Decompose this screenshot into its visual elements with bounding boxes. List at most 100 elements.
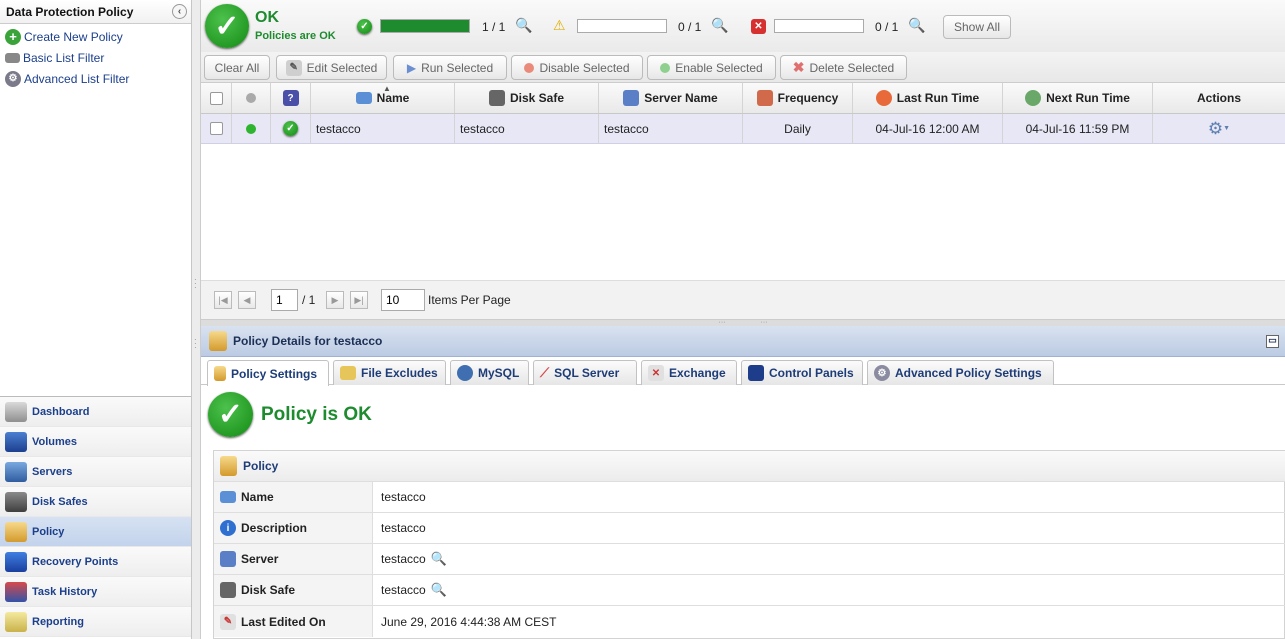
property-value: testacco 🔍	[373, 582, 447, 598]
row-select-cell[interactable]	[201, 114, 232, 143]
nav-volumes[interactable]: Volumes	[0, 427, 191, 457]
clear-all-button[interactable]: Clear All	[204, 55, 270, 80]
collapse-left-panel-button[interactable]: ‹	[172, 4, 187, 19]
nav-task-history[interactable]: Task History	[0, 577, 191, 607]
previous-page-button[interactable]: ◀	[238, 291, 256, 309]
maximize-icon[interactable]: ▭	[1266, 335, 1279, 348]
nav-servers[interactable]: Servers	[0, 457, 191, 487]
nav-reporting[interactable]: Reporting	[0, 607, 191, 637]
row-actions-cell[interactable]: ⚙ ▼	[1153, 114, 1285, 143]
create-new-policy-link[interactable]: + Create New Policy	[0, 26, 191, 47]
frequency-column-header[interactable]: Frequency	[743, 83, 853, 113]
tab-sql-server[interactable]: ⟋ SQL Server	[533, 360, 637, 385]
property-row-server: Server testacco 🔍	[214, 544, 1285, 575]
disk-safe-header-icon	[488, 90, 505, 106]
edit-icon: ✎	[285, 59, 302, 76]
run-selected-button[interactable]: ▶ Run Selected	[393, 55, 507, 80]
nav-policy-label: Policy	[32, 525, 65, 538]
status-title: OK	[255, 9, 279, 26]
tab-file-excludes[interactable]: File Excludes	[333, 360, 446, 385]
nav-recovery-points[interactable]: Recovery Points	[0, 547, 191, 577]
tab-exchange[interactable]: ✕ Exchange	[641, 360, 737, 385]
disable-selected-button[interactable]: Disable Selected	[511, 55, 643, 80]
nav-disk-safes[interactable]: Disk Safes	[0, 487, 191, 517]
reporting-icon	[5, 611, 27, 632]
edit-selected-button[interactable]: ✎ Edit Selected	[276, 55, 387, 80]
policy-details-title: Policy Details for testacco	[233, 334, 383, 348]
page-number-input[interactable]	[271, 289, 298, 311]
first-page-button[interactable]: |◀	[214, 291, 232, 309]
nav-policy[interactable]: Policy	[0, 517, 191, 547]
server-header-icon	[623, 90, 640, 106]
tab-advanced-policy-settings[interactable]: ⚙ Advanced Policy Settings	[867, 360, 1054, 385]
name-header-label: Name	[376, 91, 410, 105]
policy-section-icon	[220, 456, 237, 476]
control-panel-icon	[748, 365, 764, 381]
main-navigation: Dashboard Volumes Servers Disk Safes Pol…	[0, 396, 191, 637]
show-all-button[interactable]: Show All	[943, 15, 1011, 39]
nav-recovery-points-label: Recovery Points	[32, 555, 119, 568]
left-panel: Data Protection Policy ‹ + Create New Po…	[0, 0, 192, 639]
tab-control-panels[interactable]: Control Panels	[741, 360, 863, 385]
gear-icon[interactable]: ⚙	[1208, 119, 1223, 139]
vertical-splitter[interactable]: · · · · · ·	[192, 0, 201, 639]
nav-dashboard[interactable]: Dashboard	[0, 397, 191, 427]
policy-grid: ? Name ▲ Disk Safe Server Name Frequency …	[201, 82, 1285, 280]
row-server-name: testacco	[599, 114, 743, 143]
last-run-column-header[interactable]: Last Run Time	[853, 83, 1003, 113]
status-column-header[interactable]: ?	[271, 83, 311, 113]
next-run-column-header[interactable]: Next Run Time	[1003, 83, 1153, 113]
delete-selected-button[interactable]: ✖ Delete Selected	[780, 55, 907, 80]
disk-safe-column-header[interactable]: Disk Safe	[455, 83, 599, 113]
actions-header-label: Actions	[1196, 91, 1241, 105]
nav-disk-safes-label: Disk Safes	[32, 495, 88, 508]
row-ok-icon: ✓	[283, 121, 298, 136]
warning-search-icon[interactable]: 🔍	[711, 17, 728, 34]
disable-icon	[524, 62, 535, 73]
name-column-header[interactable]: Name ▲	[311, 83, 455, 113]
exchange-icon: ✕	[648, 365, 664, 381]
server-name-header-label: Server Name	[644, 91, 718, 105]
disk-safe-icon	[5, 491, 27, 512]
tab-mysql[interactable]: MySQL	[450, 360, 529, 385]
table-row[interactable]: ✓ testacco testacco testacco Daily 04-Ju…	[201, 114, 1285, 144]
ok-count: 1 / 1	[482, 20, 506, 34]
items-per-page-input[interactable]	[381, 289, 425, 311]
policy-ok-icon: ✓	[208, 392, 253, 437]
ok-search-icon[interactable]: 🔍	[515, 17, 532, 34]
mysql-icon	[457, 365, 473, 381]
enable-icon	[660, 62, 671, 73]
advanced-list-filter-link[interactable]: ⚙ Advanced List Filter	[0, 68, 191, 89]
row-checkbox[interactable]	[209, 122, 223, 135]
basic-list-filter-link[interactable]: Basic List Filter	[0, 47, 191, 68]
tab-policy-settings-label: Policy Settings	[231, 366, 318, 381]
select-all-header[interactable]	[201, 83, 232, 113]
server-row-icon	[220, 551, 236, 567]
server-name-column-header[interactable]: Server Name	[599, 83, 743, 113]
enabled-column-header[interactable]	[232, 83, 271, 113]
property-key: i Description	[214, 513, 373, 543]
create-new-policy-label: Create New Policy	[24, 29, 123, 44]
policy-section-header: Policy	[214, 451, 1285, 482]
server-search-icon[interactable]: 🔍	[431, 551, 447, 567]
disk-safe-search-icon[interactable]: 🔍	[431, 582, 447, 598]
volume-icon	[5, 431, 27, 452]
left-panel-title: Data Protection Policy ‹	[0, 0, 191, 24]
enable-selected-button[interactable]: Enable Selected	[647, 55, 776, 80]
property-row-disk-safe: Disk Safe testacco 🔍	[214, 575, 1285, 606]
next-page-button[interactable]: ▶	[326, 291, 344, 309]
property-row-name: Name testacco	[214, 482, 1285, 513]
select-all-checkbox[interactable]	[209, 91, 223, 105]
splitter-grip-top: · · ·	[194, 275, 197, 292]
app-window: Data Protection Policy ‹ + Create New Po…	[0, 0, 1285, 639]
error-search-icon[interactable]: 🔍	[908, 17, 925, 34]
property-value: testacco	[381, 490, 426, 504]
property-row-description: i Description testacco	[214, 513, 1285, 544]
row-name: testacco	[311, 114, 455, 143]
chevron-down-icon[interactable]: ▼	[1223, 125, 1230, 132]
grid-pager: |◀ ◀ / 1 ▶ ▶| Items Per Page	[201, 280, 1285, 320]
tab-policy-settings[interactable]: Policy Settings	[207, 360, 329, 386]
filter-icon	[5, 52, 20, 63]
last-page-button[interactable]: ▶|	[350, 291, 368, 309]
error-progress-bar	[774, 19, 864, 33]
